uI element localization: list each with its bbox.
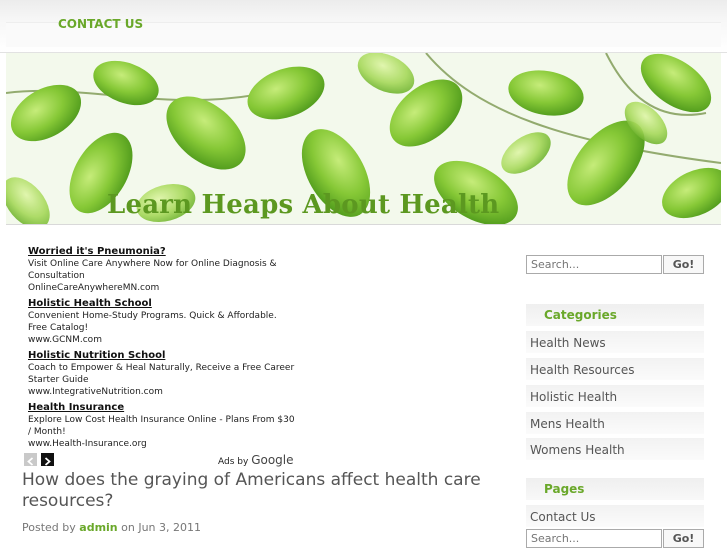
ad-url[interactable]: www.IntegrativeNutrition.com bbox=[28, 386, 298, 398]
search-input[interactable] bbox=[526, 255, 662, 274]
ad-description: Visit Online Care Anywhere Now for Onlin… bbox=[28, 259, 277, 281]
google-logo-text: Google bbox=[251, 453, 294, 467]
ad-item[interactable]: Worried it's Pneumonia? Visit Online Car… bbox=[28, 246, 298, 294]
category-label[interactable]: Womens Health bbox=[530, 443, 625, 457]
posted-by-label: Posted by bbox=[22, 521, 76, 534]
ad-block: Worried it's Pneumonia? Visit Online Car… bbox=[28, 246, 298, 454]
category-label[interactable]: Mens Health bbox=[530, 417, 605, 431]
ad-navigation: Ads by Google bbox=[24, 453, 294, 467]
ad-url[interactable]: www.Health-Insurance.org bbox=[28, 438, 298, 450]
ad-description: Coach to Empower & Heal Naturally, Recei… bbox=[28, 363, 295, 385]
category-link[interactable]: Holistic Health bbox=[526, 385, 704, 407]
categories-title: Categories bbox=[544, 308, 617, 322]
category-label[interactable]: Health Resources bbox=[530, 363, 635, 377]
nav-contact-us-link[interactable]: CONTACT US bbox=[58, 17, 143, 31]
post-date: on Jun 3, 2011 bbox=[121, 521, 202, 534]
ad-item[interactable]: Holistic Health School Convenient Home-S… bbox=[28, 298, 298, 346]
ad-description: Convenient Home-Study Programs. Quick & … bbox=[28, 311, 277, 333]
ad-item[interactable]: Health Insurance Explore Low Cost Health… bbox=[28, 402, 298, 450]
post-title-link[interactable]: How does the graying of Americans affect… bbox=[22, 470, 482, 512]
ad-title-link[interactable]: Health Insurance bbox=[28, 402, 298, 414]
ad-prev-arrow-icon[interactable] bbox=[24, 453, 37, 466]
site-title[interactable]: Learn Heaps About Health bbox=[107, 190, 499, 220]
categories-heading: Categories bbox=[526, 304, 704, 326]
category-label[interactable]: Health News bbox=[530, 336, 606, 350]
post-meta: Posted by admin on Jun 3, 2011 bbox=[22, 521, 201, 534]
search-go-button[interactable]: Go! bbox=[663, 255, 704, 274]
ad-url[interactable]: OnlineCareAnywhereMN.com bbox=[28, 282, 298, 294]
pages-title: Pages bbox=[544, 482, 585, 496]
header-banner: Learn Heaps About Health bbox=[6, 53, 721, 225]
category-label[interactable]: Holistic Health bbox=[530, 390, 617, 404]
ad-description: Explore Low Cost Health Insurance Online… bbox=[28, 415, 295, 437]
ad-url[interactable]: www.GCNM.com bbox=[28, 334, 298, 346]
page-label[interactable]: Contact Us bbox=[530, 510, 596, 524]
category-link[interactable]: Health News bbox=[526, 331, 704, 353]
search-go-button[interactable]: Go! bbox=[663, 529, 704, 548]
category-link[interactable]: Mens Health bbox=[526, 412, 704, 434]
search-input[interactable] bbox=[526, 529, 662, 548]
category-link[interactable]: Health Resources bbox=[526, 358, 704, 380]
ad-title-link[interactable]: Holistic Health School bbox=[28, 298, 298, 310]
ad-item[interactable]: Holistic Nutrition School Coach to Empow… bbox=[28, 350, 298, 398]
ad-title-link[interactable]: Worried it's Pneumonia? bbox=[28, 246, 298, 258]
ads-by-google-link[interactable]: Ads by Google bbox=[218, 453, 294, 467]
page-link[interactable]: Contact Us bbox=[526, 505, 704, 527]
ads-by-label: Ads by bbox=[218, 457, 249, 467]
pages-heading: Pages bbox=[526, 478, 704, 500]
sidebar-search-form: Go! bbox=[526, 255, 704, 274]
ad-next-arrow-icon[interactable] bbox=[41, 453, 54, 466]
post-author-link[interactable]: admin bbox=[79, 521, 117, 534]
top-navigation-bar: CONTACT US bbox=[0, 0, 727, 53]
sidebar-search-form-bottom: Go! bbox=[526, 529, 704, 548]
ad-title-link[interactable]: Holistic Nutrition School bbox=[28, 350, 298, 362]
category-link[interactable]: Womens Health bbox=[526, 438, 704, 460]
